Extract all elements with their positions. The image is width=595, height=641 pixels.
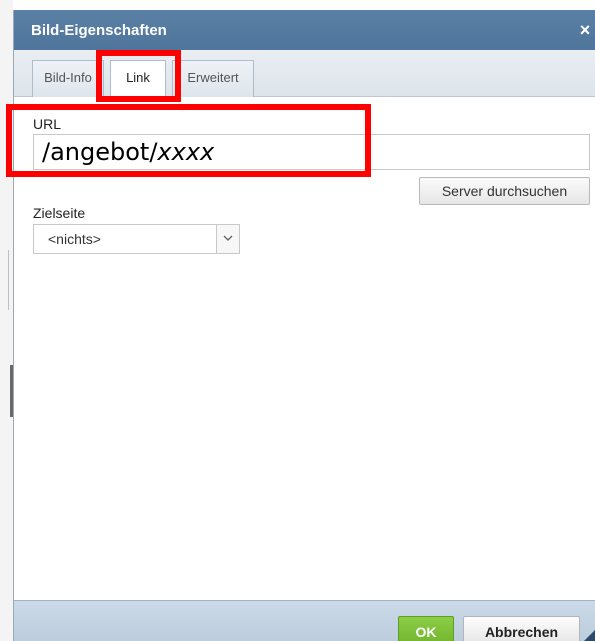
target-label: Zielseite [33, 205, 86, 221]
target-selected-value: <nichts> [48, 231, 101, 247]
ok-button[interactable]: OK [398, 616, 454, 641]
dialog-title: Bild-Eigenschaften [31, 22, 167, 39]
background-page-edge [0, 0, 13, 641]
background-divider [8, 250, 9, 310]
cancel-button[interactable]: Abbrechen [463, 616, 580, 641]
close-icon[interactable]: × [576, 19, 594, 41]
browse-server-button[interactable]: Server durchsuchen [419, 177, 590, 205]
tab-erweitert[interactable]: Erweitert [172, 60, 254, 97]
url-value-path: /angebot/ [42, 138, 158, 166]
target-select[interactable]: <nichts> [33, 224, 240, 254]
page: Bild-Eigenschaften × Bild-Info Link Erwe… [0, 0, 595, 641]
resize-grip-icon[interactable] [584, 629, 595, 641]
url-value-placeholder: xxxx [157, 138, 215, 166]
url-label: URL [33, 116, 62, 132]
tab-bild-info[interactable]: Bild-Info [32, 60, 104, 97]
dialog-titlebar[interactable]: Bild-Eigenschaften × [14, 10, 595, 50]
tab-bar: Bild-Info Link Erweitert [14, 50, 595, 98]
image-properties-dialog: Bild-Eigenschaften × Bild-Info Link Erwe… [13, 10, 595, 641]
url-input[interactable]: /angebot/xxxx [33, 134, 590, 170]
chevron-down-icon[interactable] [216, 225, 239, 253]
dialog-footer: OK Abbrechen [14, 600, 595, 641]
tab-link[interactable]: Link [110, 60, 166, 98]
